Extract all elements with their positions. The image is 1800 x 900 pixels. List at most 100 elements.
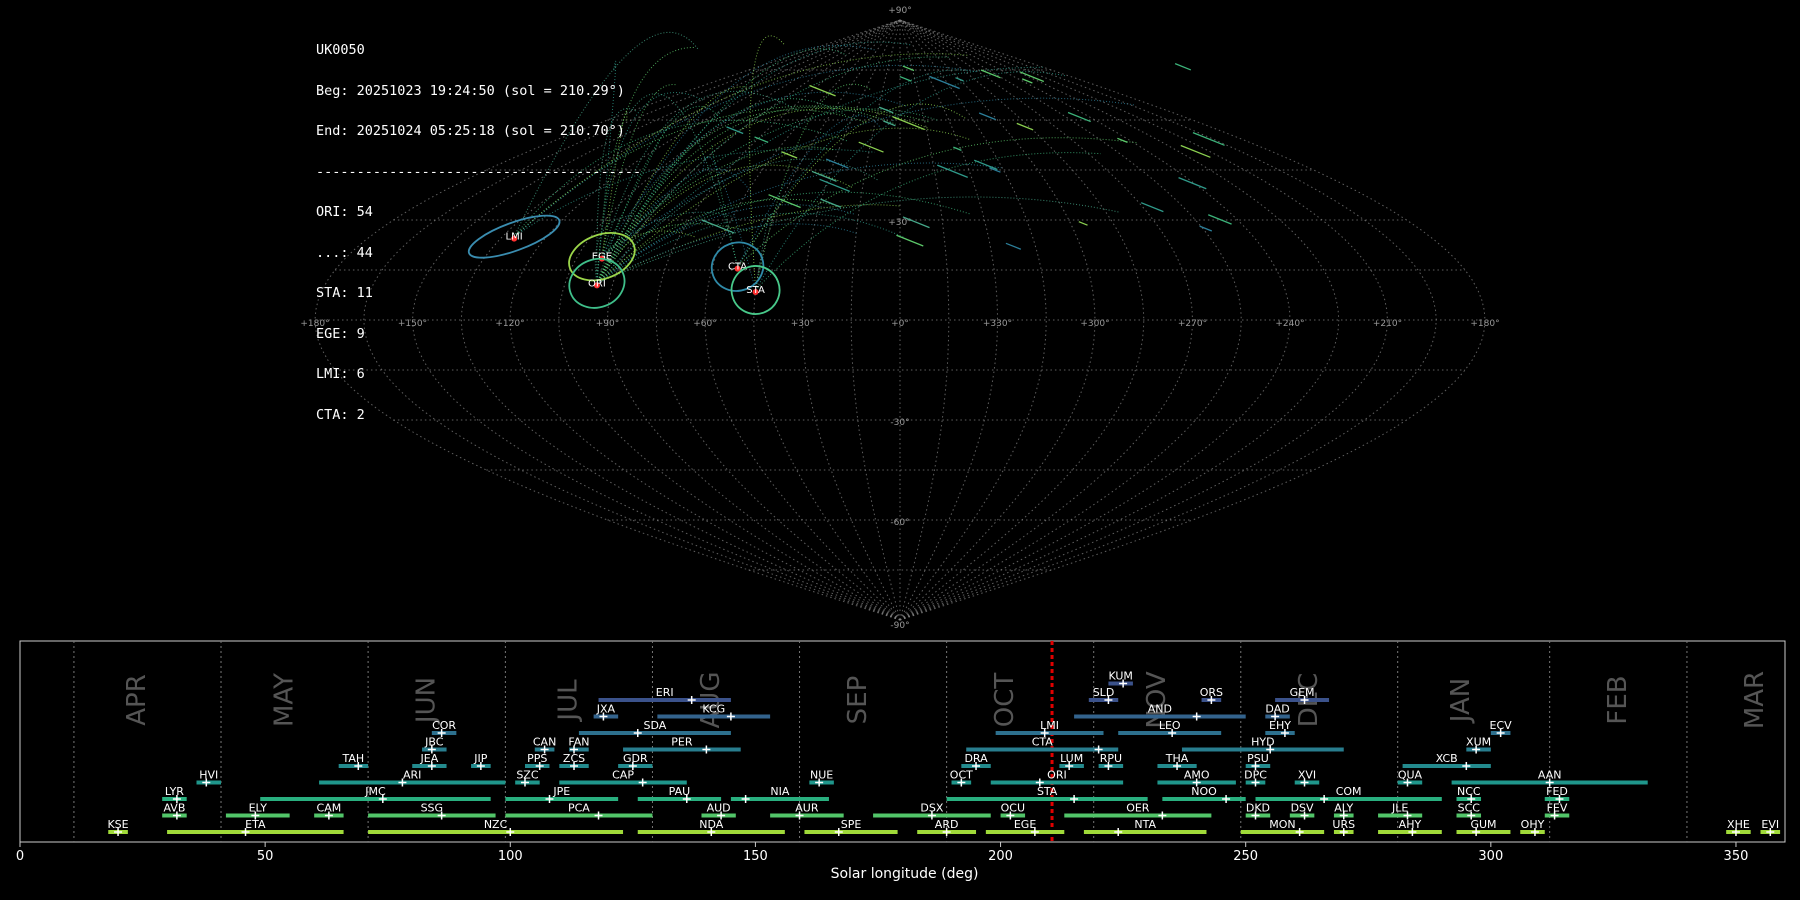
meteor-segment (1078, 221, 1088, 226)
shower-label: SDA (644, 719, 667, 732)
x-tick-label: 350 (1724, 849, 1749, 864)
shower-label: NUE (810, 769, 833, 782)
shower-label: COR (432, 719, 456, 732)
meteor-segment (978, 112, 997, 121)
shower-jip: JIP (471, 752, 491, 770)
shower-label: AUR (795, 802, 819, 815)
shower-nia: NIA (730, 785, 829, 803)
shower-ohy: OHY (1520, 818, 1545, 836)
shower-label: EVI (1761, 818, 1779, 831)
shower-label: NTA (1134, 818, 1156, 831)
shower-jea: JEA (412, 752, 447, 770)
shower-ari: ARI (319, 769, 506, 787)
shower-label: FEV (1547, 802, 1568, 815)
shower-label: SPE (841, 818, 862, 831)
shower-label: KUM (1108, 670, 1132, 683)
month-label-oct: OCT (990, 673, 1020, 728)
shower-label: NIA (770, 785, 789, 798)
x-tick-label: 150 (743, 849, 768, 864)
shower-hyd: HYD (1181, 736, 1344, 754)
shower-dra: DRA (961, 752, 991, 770)
shower-label: QUA (1398, 769, 1423, 782)
meteor-segment (1180, 144, 1211, 158)
shower-label: ETA (245, 818, 266, 831)
shower-leo: LEO (1118, 719, 1222, 737)
shower-label: JMC (364, 785, 386, 798)
shower-cam: CAM (314, 802, 344, 820)
shower-jbc: JBC (422, 736, 447, 754)
x-axis-label: Solar longitude (deg) (831, 866, 979, 882)
meteor-segment (701, 219, 735, 234)
shower-label: ERI (656, 686, 674, 699)
shower-label: LUM (1060, 752, 1083, 765)
shower-xum: XUM (1466, 736, 1491, 754)
shower-psu: PSU (1245, 752, 1271, 770)
shower-label: FAN (568, 736, 589, 749)
x-tick-label: 250 (1233, 849, 1258, 864)
shower-lyr: LYR (162, 785, 187, 803)
shower-label: DAD (1265, 703, 1289, 716)
shower-label: GEM (1290, 686, 1315, 699)
shower-cap: CAP (559, 769, 687, 787)
meteor-trail (596, 66, 1043, 284)
shower-label: FED (1546, 785, 1568, 798)
meteor-segment (858, 141, 884, 153)
month-label-apr: APR (122, 674, 152, 726)
count-other: ...: 44 (316, 244, 373, 261)
x-tick-label: 100 (498, 849, 523, 864)
shower-ehy: EHY (1265, 719, 1295, 737)
shower-pau: PAU (637, 785, 722, 803)
shower-dkd: DKD (1245, 802, 1271, 820)
shower-com: COM (1255, 785, 1442, 803)
meteor-segment (892, 116, 925, 131)
shower-label: DPC (1244, 769, 1267, 782)
shower-noo: NOO (1162, 785, 1246, 803)
shower-kse: KSE (107, 818, 129, 836)
shower-xcb: XCB (1402, 752, 1491, 770)
shower-label: LEO (1159, 719, 1181, 732)
shower-label: HVI (199, 769, 218, 782)
x-tick-label: 0 (16, 849, 24, 864)
begin-time: Beg: 20251023 19:24:50 (sol = 210.29°) (316, 82, 625, 99)
shower-label: URS (1332, 818, 1355, 831)
shower-label: ZCS (563, 752, 585, 765)
shower-label: DSX (920, 802, 943, 815)
shower-label: PER (671, 736, 693, 749)
shower-jle: JLE (1378, 802, 1423, 820)
meteor-segment (811, 170, 837, 182)
meteor-segment (936, 164, 968, 178)
shower-avb: AVB (162, 802, 187, 820)
shower-label: AUD (707, 802, 731, 815)
shower-jmc: JMC (260, 785, 491, 803)
shower-label: EHY (1269, 719, 1291, 732)
shower-dpc: DPC (1244, 769, 1267, 787)
shower-label: OCT (950, 769, 973, 782)
lat-label: -60° (890, 518, 909, 528)
meteor-segment (1199, 225, 1213, 232)
shower-label: TAH (342, 752, 365, 765)
shower-label: DRA (964, 752, 988, 765)
meteor-segment (899, 75, 912, 82)
shower-kcg: KCG (657, 703, 771, 721)
month-label-sep: SEP (843, 676, 873, 725)
meteor-trail (737, 103, 966, 267)
shower-mon: MON (1240, 818, 1325, 836)
shower-kum: KUM (1108, 670, 1133, 688)
shower-jxa: JXA (593, 703, 619, 721)
meteor-trail (601, 108, 938, 258)
shower-urs: URS (1332, 818, 1355, 836)
lon-label: +240° (1275, 319, 1304, 329)
shower-label: COM (1336, 785, 1362, 798)
shower-label: STA (1037, 785, 1058, 798)
shower-label: ORS (1200, 686, 1223, 699)
shower-label: GUM (1470, 818, 1496, 831)
shower-per: PER (623, 736, 741, 754)
meteor-segment (1207, 214, 1232, 225)
shower-amo: AMO (1157, 769, 1236, 787)
shower-label: LMI (1040, 719, 1059, 732)
shower-fed: FED (1544, 785, 1570, 803)
end-time: End: 20251024 05:25:18 (sol = 210.70°) (316, 123, 625, 139)
shower-label: SCC (1458, 802, 1481, 815)
shower-label: OER (1126, 802, 1150, 815)
shower-label: DSV (1291, 802, 1314, 815)
